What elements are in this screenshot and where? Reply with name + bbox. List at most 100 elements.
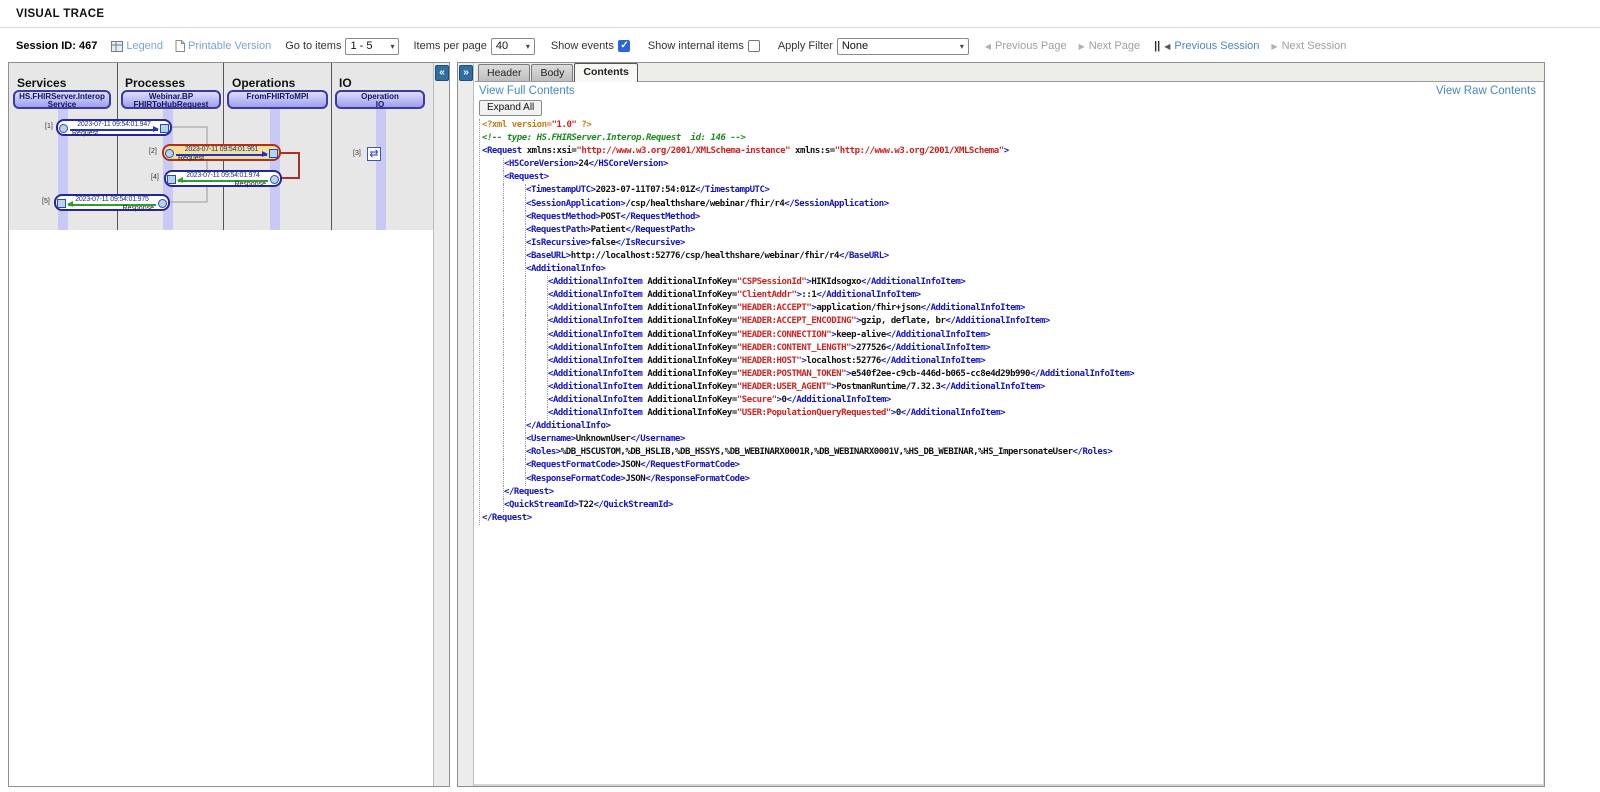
xml-token: "HEADER:USER_AGENT" (737, 381, 831, 394)
next-page-button[interactable]: ▶Next Page (1079, 40, 1141, 52)
xml-token[interactable]: </AdditionalInfoItem> (881, 355, 985, 368)
xml-token[interactable]: <Request> (504, 171, 549, 184)
xml-token[interactable]: <AdditionalInfoItem (548, 394, 642, 407)
xml-token[interactable]: <Username> (526, 433, 576, 446)
indent-guide (482, 486, 504, 499)
xml-token[interactable]: </Request> (482, 512, 532, 525)
xml-token[interactable]: <AdditionalInfoItem (548, 342, 642, 355)
message-1-request[interactable]: 2023-07-11 09:54:01.947 Request (56, 119, 172, 136)
message-5-response[interactable]: 2023-07-11 09:54:01.975 Response (54, 194, 170, 211)
xml-token[interactable]: <AdditionalInfoItem (548, 289, 642, 302)
xml-line: </Request> (482, 512, 1544, 525)
xml-token[interactable]: </AdditionalInfoItem> (946, 315, 1050, 328)
xml-token[interactable]: </AdditionalInfoItem> (787, 394, 891, 407)
xml-token: ?> (576, 119, 591, 132)
xml-token: xmlns:s= (790, 145, 835, 158)
xml-token[interactable]: <AdditionalInfoItem (548, 302, 642, 315)
xml-token[interactable]: <RequestPath> (526, 224, 591, 237)
xml-token[interactable]: </IsRecursive> (615, 237, 685, 250)
show-events-checkbox[interactable] (618, 40, 630, 52)
xml-token[interactable]: </AdditionalInfoItem> (1030, 368, 1134, 381)
xml-token[interactable]: <RequestMethod> (526, 211, 601, 224)
view-full-contents-link[interactable]: View Full Contents (479, 85, 575, 97)
xml-token: gzip, deflate, br (861, 315, 945, 328)
xml-token[interactable]: > (1004, 145, 1009, 158)
xml-token[interactable]: </AdditionalInfoItem> (886, 329, 990, 342)
tab-body[interactable]: Body (531, 64, 573, 81)
collapse-panel-button[interactable]: « (435, 65, 449, 81)
chevron-down-icon: ▾ (526, 42, 530, 51)
xml-token[interactable]: <AdditionalInfoItem (548, 315, 642, 328)
arrow-right-icon (153, 126, 159, 132)
xml-token[interactable]: <TimestampUTC> (526, 184, 596, 197)
xml-token[interactable]: <AdditionalInfoItem (548, 368, 642, 381)
xml-token[interactable]: <SessionApplication> (526, 198, 625, 211)
printable-version-button[interactable]: Printable Version (175, 40, 271, 52)
xml-token[interactable]: </AdditionalInfoItem> (886, 342, 990, 355)
tab-contents[interactable]: Contents (574, 63, 638, 82)
xml-line: <TimestampUTC>2023-07-11T07:54:01Z</Time… (482, 184, 1544, 197)
xml-line: <RequestPath>Patient</RequestPath> (482, 224, 1544, 237)
indent-guide (482, 394, 504, 407)
xml-token[interactable]: </AdditionalInfoItem> (901, 407, 1005, 420)
xml-token[interactable]: <HSCoreVersion> (504, 158, 579, 171)
goto-items-select[interactable]: 1 - 5▾ (345, 38, 399, 55)
xml-token[interactable]: <RequestFormatCode> (526, 459, 620, 472)
xml-token[interactable]: <BaseURL> (526, 250, 571, 263)
xml-token[interactable]: </RequestMethod> (620, 211, 700, 224)
xml-token[interactable]: </AdditionalInfoItem> (921, 302, 1025, 315)
indent-guide (526, 276, 548, 289)
target-node-icon (167, 175, 176, 184)
xml-token[interactable]: </AdditionalInfoItem> (816, 289, 920, 302)
xml-token[interactable]: </Request> (504, 486, 554, 499)
indent-guide (526, 329, 548, 342)
xml-token[interactable]: <ResponseFormatCode> (526, 473, 625, 486)
xml-token[interactable]: <AdditionalInfoItem (548, 276, 642, 289)
xml-token[interactable]: </RequestFormatCode> (640, 459, 739, 472)
xml-token[interactable]: </BaseURL> (839, 250, 889, 263)
xml-token[interactable]: </QuickStreamId> (593, 499, 673, 512)
xml-token: "HEADER:POSTMAN_TOKEN" (737, 368, 846, 381)
xml-token[interactable]: </TimestampUTC> (695, 184, 770, 197)
next-session-button[interactable]: ▶Next Session (1271, 40, 1346, 52)
xml-line: <Request> (482, 171, 1544, 184)
xml-token[interactable]: <AdditionalInfoItem (548, 381, 642, 394)
xml-token[interactable]: <QuickStreamId> (504, 499, 579, 512)
show-internal-items-checkbox[interactable] (748, 40, 760, 52)
xml-token[interactable]: </Username> (630, 433, 685, 446)
view-raw-contents-link[interactable]: View Raw Contents (1436, 85, 1536, 97)
xml-token[interactable]: </SessionApplication> (784, 198, 888, 211)
items-per-page-select[interactable]: 40▾ (491, 38, 535, 55)
xml-token[interactable]: <Request (482, 145, 522, 158)
xml-token[interactable]: <AdditionalInfoItem (548, 329, 642, 342)
xml-token[interactable]: <AdditionalInfoItem (548, 407, 642, 420)
apply-filter-select[interactable]: None▾ (837, 38, 969, 55)
xml-token[interactable]: <IsRecursive> (526, 237, 591, 250)
xml-token[interactable]: <AdditionalInfo> (526, 263, 606, 276)
tab-header[interactable]: Header (478, 64, 530, 81)
arrow-left-icon (67, 201, 73, 207)
legend-button[interactable]: Legend (111, 40, 163, 52)
previous-page-button[interactable]: ◀Previous Page (985, 40, 1067, 52)
previous-session-button[interactable]: ◀Previous Session (1164, 40, 1259, 52)
xml-content: <?xml version="1.0" ?><!-- type: HS.FHIR… (479, 119, 1544, 525)
xml-line: </AdditionalInfo> (482, 420, 1544, 433)
xml-token: "HEADER:HOST" (737, 355, 802, 368)
message-3-io-event[interactable]: ⇄ (367, 147, 381, 161)
apply-filter-label: Apply Filter (778, 40, 833, 52)
xml-token[interactable]: </Roles> (1073, 446, 1113, 459)
xml-token[interactable]: </ResponseFormatCode> (645, 473, 749, 486)
xml-line: <AdditionalInfoItem AdditionalInfoKey="H… (482, 368, 1544, 381)
xml-token[interactable]: </AdditionalInfoItem> (861, 276, 965, 289)
message-2-request-selected[interactable]: 2023-07-11 09:54:01.951 Request (162, 144, 281, 161)
xml-token[interactable]: </AdditionalInfoItem> (941, 381, 1045, 394)
xml-token[interactable]: <AdditionalInfoItem (548, 355, 642, 368)
xml-token[interactable]: </AdditionalInfo> (526, 420, 610, 433)
xml-token[interactable]: </RequestPath> (625, 224, 695, 237)
expand-panel-button[interactable]: » (459, 65, 473, 81)
xml-token[interactable]: </HSCoreVersion> (588, 158, 668, 171)
message-4-response[interactable]: 2023-07-11 09:54:01.974 Response (164, 170, 282, 187)
expand-all-button[interactable]: Expand All (479, 100, 542, 116)
xml-token[interactable]: <Roles> (526, 446, 561, 459)
xml-token: PostmanRuntime/7.32.3 (836, 381, 940, 394)
